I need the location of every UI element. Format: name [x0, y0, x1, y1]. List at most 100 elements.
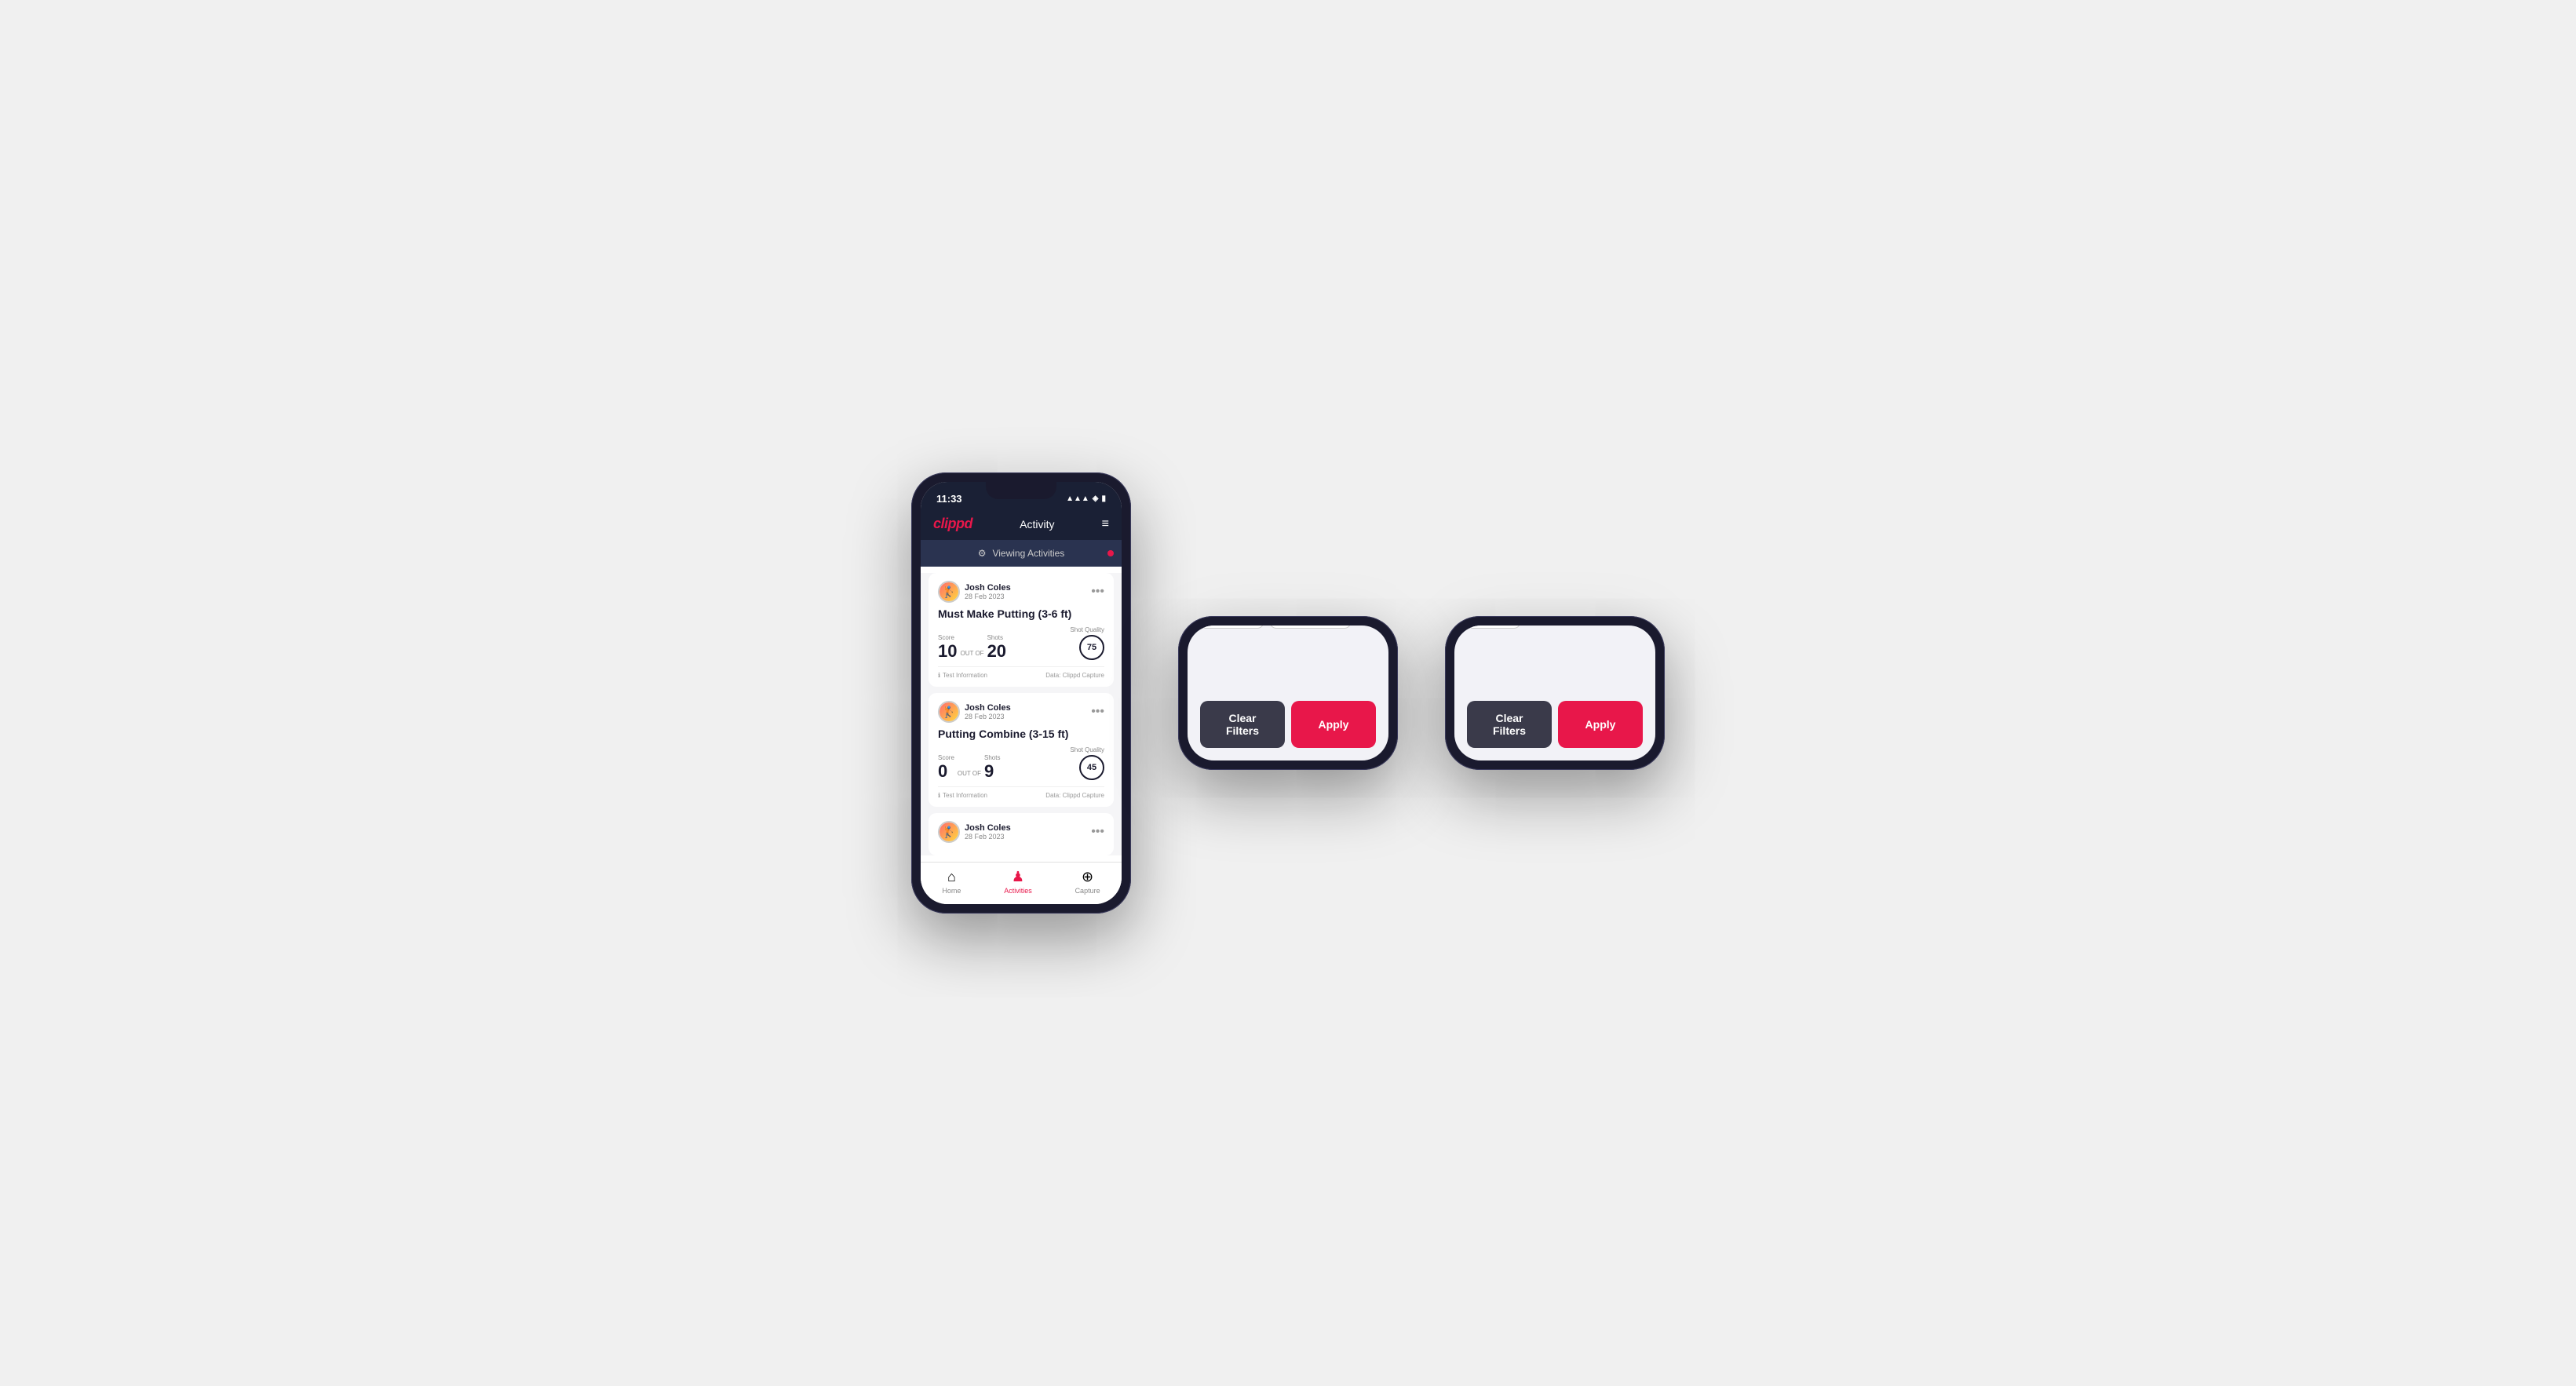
filter-modal-2: Filter ✕ Show Rounds Practice Drills Rou… [1188, 626, 1388, 760]
user-date-2: 28 Feb 2023 [965, 713, 1011, 720]
card-dots-1[interactable]: ••• [1091, 585, 1104, 599]
user-info-2: 🏌 Josh Coles 28 Feb 2023 [938, 701, 1011, 723]
phone-2-screen: 11:33 ▲▲▲ ◈ ▮ clippd Activity ≡ ⚙ Viewin… [1188, 626, 1388, 760]
phone-3: 11:33 ▲▲▲ ◈ ▮ clippd Activity ≡ ⚙ Viewin… [1445, 616, 1665, 770]
avatar-flag-3: 🏌 [940, 822, 958, 841]
tab-activities-label-1: Activities [1004, 887, 1032, 895]
tab-home-1[interactable]: ⌂ Home [942, 869, 961, 895]
card-header-2: 🏌 Josh Coles 28 Feb 2023 ••• [938, 701, 1104, 723]
activity-card-2[interactable]: 🏌 Josh Coles 28 Feb 2023 ••• Putting Com… [929, 693, 1114, 807]
user-date-3: 28 Feb 2023 [965, 833, 1011, 841]
activity-list-1: 🏌 Josh Coles 28 Feb 2023 ••• Must Make P… [921, 573, 1122, 855]
card-footer-2: ℹ Test Information Data: Clippd Capture [938, 786, 1104, 799]
logo-1: clippd [933, 516, 972, 532]
shot-quality-group-1: Shot Quality 75 [1070, 626, 1104, 660]
nav-title-1: Activity [1020, 518, 1054, 531]
user-info-1: 🏌 Josh Coles 28 Feb 2023 [938, 581, 1011, 603]
clear-filters-btn-2[interactable]: Clear Filters [1200, 701, 1285, 748]
modal-actions-2: Clear Filters Apply [1200, 701, 1376, 748]
apply-btn-2[interactable]: Apply [1291, 701, 1376, 748]
card-dots-3[interactable]: ••• [1091, 825, 1104, 839]
shots-group-2: Shots 9 [984, 754, 1000, 780]
phone-1-screen: 11:33 ▲▲▲ ◈ ▮ clippd Activity ≡ ⚙ Viewin… [921, 482, 1122, 904]
phone-2: 11:33 ▲▲▲ ◈ ▮ clippd Activity ≡ ⚙ Viewin… [1178, 616, 1398, 770]
card-header-3: 🏌 Josh Coles 28 Feb 2023 ••• [938, 821, 1104, 843]
shot-quality-label-2: Shot Quality [1070, 746, 1104, 753]
out-of-1: OUT OF [960, 650, 983, 660]
card-data-2: Data: Clippd Capture [1045, 792, 1104, 799]
viewing-label-1: Viewing Activities [992, 548, 1064, 559]
rounds-options-2: Practice Tournament [1200, 626, 1376, 629]
shot-quality-label-1: Shot Quality [1070, 626, 1104, 633]
wifi-icon: ◈ [1093, 494, 1099, 503]
out-of-2: OUT OF [958, 770, 981, 780]
score-group-2: Score 0 [938, 754, 954, 780]
activity-card-1[interactable]: 🏌 Josh Coles 28 Feb 2023 ••• Must Make P… [929, 573, 1114, 687]
user-name-1: Josh Coles [965, 583, 1011, 593]
practice-drills-options-3: OTT APP ARG PUTT [1467, 626, 1643, 629]
menu-icon-1[interactable]: ≡ [1102, 517, 1109, 531]
activity-card-3[interactable]: 🏌 Josh Coles 28 Feb 2023 ••• [929, 813, 1114, 855]
signal-icon: ▲▲▲ [1066, 494, 1089, 503]
nav-bar-1: clippd Activity ≡ [921, 509, 1122, 540]
avatar-1: 🏌 [938, 581, 960, 603]
phone-1-notch [986, 482, 1056, 499]
user-details-1: Josh Coles 28 Feb 2023 [965, 583, 1011, 600]
viewing-bar-1[interactable]: ⚙ Viewing Activities [921, 540, 1122, 567]
shots-value-2: 9 [984, 763, 1000, 780]
tab-capture-1[interactable]: ⊕ Capture [1075, 869, 1100, 895]
score-group-1: Score 10 [938, 634, 957, 660]
activities-icon-1: ♟ [1012, 869, 1024, 885]
shot-quality-group-2: Shot Quality 45 [1070, 746, 1104, 780]
tab-bar-1: ⌂ Home ♟ Activities ⊕ Capture [921, 862, 1122, 904]
apply-btn-3[interactable]: Apply [1558, 701, 1643, 748]
card-title-1: Must Make Putting (3-6 ft) [938, 607, 1104, 620]
avatar-3: 🏌 [938, 821, 960, 843]
shots-label-2: Shots [984, 754, 1000, 761]
shots-value-1: 20 [987, 643, 1006, 660]
filter-modal-3: Filter ✕ Show Rounds Practice Drills Pra… [1454, 626, 1655, 760]
scene: 11:33 ▲▲▲ ◈ ▮ clippd Activity ≡ ⚙ Viewin… [864, 425, 1712, 961]
score-value-1: 10 [938, 643, 957, 660]
tab-activities-1[interactable]: ♟ Activities [1004, 869, 1032, 895]
avatar-flag-2: 🏌 [940, 702, 958, 721]
user-name-3: Josh Coles [965, 823, 1011, 833]
battery-icon: ▮ [1101, 494, 1106, 503]
score-value-2: 0 [938, 763, 954, 780]
modal-spacer-3 [1467, 641, 1643, 688]
phone-3-screen: 11:33 ▲▲▲ ◈ ▮ clippd Activity ≡ ⚙ Viewin… [1454, 626, 1655, 760]
card-data-1: Data: Clippd Capture [1045, 672, 1104, 679]
card-header-1: 🏌 Josh Coles 28 Feb 2023 ••• [938, 581, 1104, 603]
phone-1: 11:33 ▲▲▲ ◈ ▮ clippd Activity ≡ ⚙ Viewin… [911, 472, 1131, 914]
card-footer-1: ℹ Test Information Data: Clippd Capture [938, 666, 1104, 679]
practice-btn-2[interactable]: Practice [1200, 626, 1264, 629]
practice-drills-section-3: Practice Drills OTT APP ARG PUTT [1467, 626, 1643, 629]
home-icon-1: ⌂ [947, 869, 956, 885]
status-time-1: 11:33 [936, 493, 962, 505]
avatar-2: 🏌 [938, 701, 960, 723]
shot-quality-badge-1: 75 [1079, 635, 1104, 660]
capture-icon-1: ⊕ [1082, 869, 1093, 885]
filter-modal-overlay-2: Filter ✕ Show Rounds Practice Drills Rou… [1188, 626, 1388, 760]
card-stats-1: Score 10 OUT OF Shots 20 Shot Quality 75 [938, 626, 1104, 660]
rounds-section-2: Rounds Practice Tournament [1200, 626, 1376, 629]
score-label-2: Score [938, 754, 954, 761]
shots-label-1: Shots [987, 634, 1006, 641]
tournament-btn-2[interactable]: Tournament [1270, 626, 1351, 629]
shot-quality-badge-2: 45 [1079, 755, 1104, 780]
card-stats-2: Score 0 OUT OF Shots 9 Shot Quality 45 [938, 746, 1104, 780]
card-info-2: ℹ Test Information [938, 792, 987, 799]
clear-filters-btn-3[interactable]: Clear Filters [1467, 701, 1552, 748]
avatar-flag-1: 🏌 [940, 582, 958, 601]
user-date-1: 28 Feb 2023 [965, 593, 1011, 600]
user-info-3: 🏌 Josh Coles 28 Feb 2023 [938, 821, 1011, 843]
filter-modal-overlay-3: Filter ✕ Show Rounds Practice Drills Pra… [1454, 626, 1655, 760]
score-label-1: Score [938, 634, 957, 641]
card-title-2: Putting Combine (3-15 ft) [938, 728, 1104, 740]
tab-home-label-1: Home [942, 887, 961, 895]
putt-btn-3[interactable]: PUTT [1467, 626, 1520, 629]
card-info-1: ℹ Test Information [938, 672, 987, 679]
filter-dot-1 [1107, 550, 1114, 556]
card-dots-2[interactable]: ••• [1091, 705, 1104, 719]
user-details-2: Josh Coles 28 Feb 2023 [965, 703, 1011, 720]
